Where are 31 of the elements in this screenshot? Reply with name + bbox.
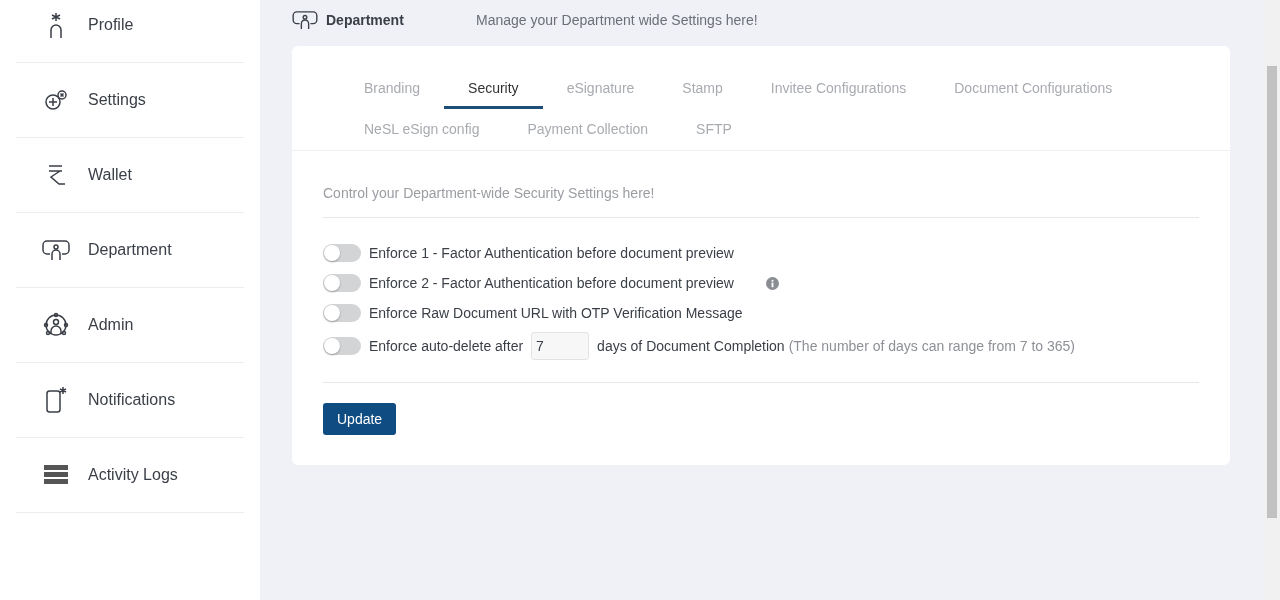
- sidebar-item[interactable]: Wallet: [16, 138, 244, 213]
- toggle-switch[interactable]: [323, 337, 361, 355]
- sidebar-item[interactable]: Profile: [16, 0, 244, 63]
- department-icon: [292, 10, 318, 30]
- intro-text: Control your Department-wide Security Settings here!: [323, 175, 1199, 218]
- sidebar-item[interactable]: Settings: [16, 63, 244, 138]
- setting-label: Enforce 1 - Factor Authentication before document preview: [369, 245, 734, 261]
- setting-label: Enforce Raw Document URL with OTP Verification Message: [369, 305, 743, 321]
- phone-icon: [45, 386, 67, 414]
- page-title: Department: [326, 12, 405, 28]
- update-button[interactable]: Update: [323, 403, 397, 435]
- plus-circle-icon: [44, 89, 68, 111]
- department-icon: [42, 239, 70, 261]
- page-subtitle: Manage your Department wide Settings here!: [476, 12, 758, 28]
- setting-label: Enforce 2 - Factor Authentication before document preview: [369, 275, 734, 291]
- toggle-switch[interactable]: [323, 244, 361, 262]
- setting-label: days of Document Completion: [597, 338, 785, 354]
- scrollbar[interactable]: [1264, 0, 1280, 600]
- sidebar-item[interactable]: Admin: [16, 288, 244, 363]
- sidebar-item[interactable]: Activity Logs: [16, 438, 244, 513]
- sidebar-item[interactable]: Notifications: [16, 363, 244, 438]
- tab[interactable]: Security: [444, 68, 543, 109]
- admin-icon: [42, 312, 70, 338]
- toggle-switch[interactable]: [323, 274, 361, 292]
- sidebar-item[interactable]: Department: [16, 213, 244, 288]
- setting-label: Enforce auto-delete after: [369, 338, 524, 354]
- info-icon[interactable]: [766, 276, 779, 290]
- days-input[interactable]: 7: [531, 332, 590, 360]
- hint-text: (The number of days can range from 7 to 365): [788, 338, 1076, 354]
- server-icon: [44, 465, 68, 485]
- toggle-switch[interactable]: [323, 304, 361, 322]
